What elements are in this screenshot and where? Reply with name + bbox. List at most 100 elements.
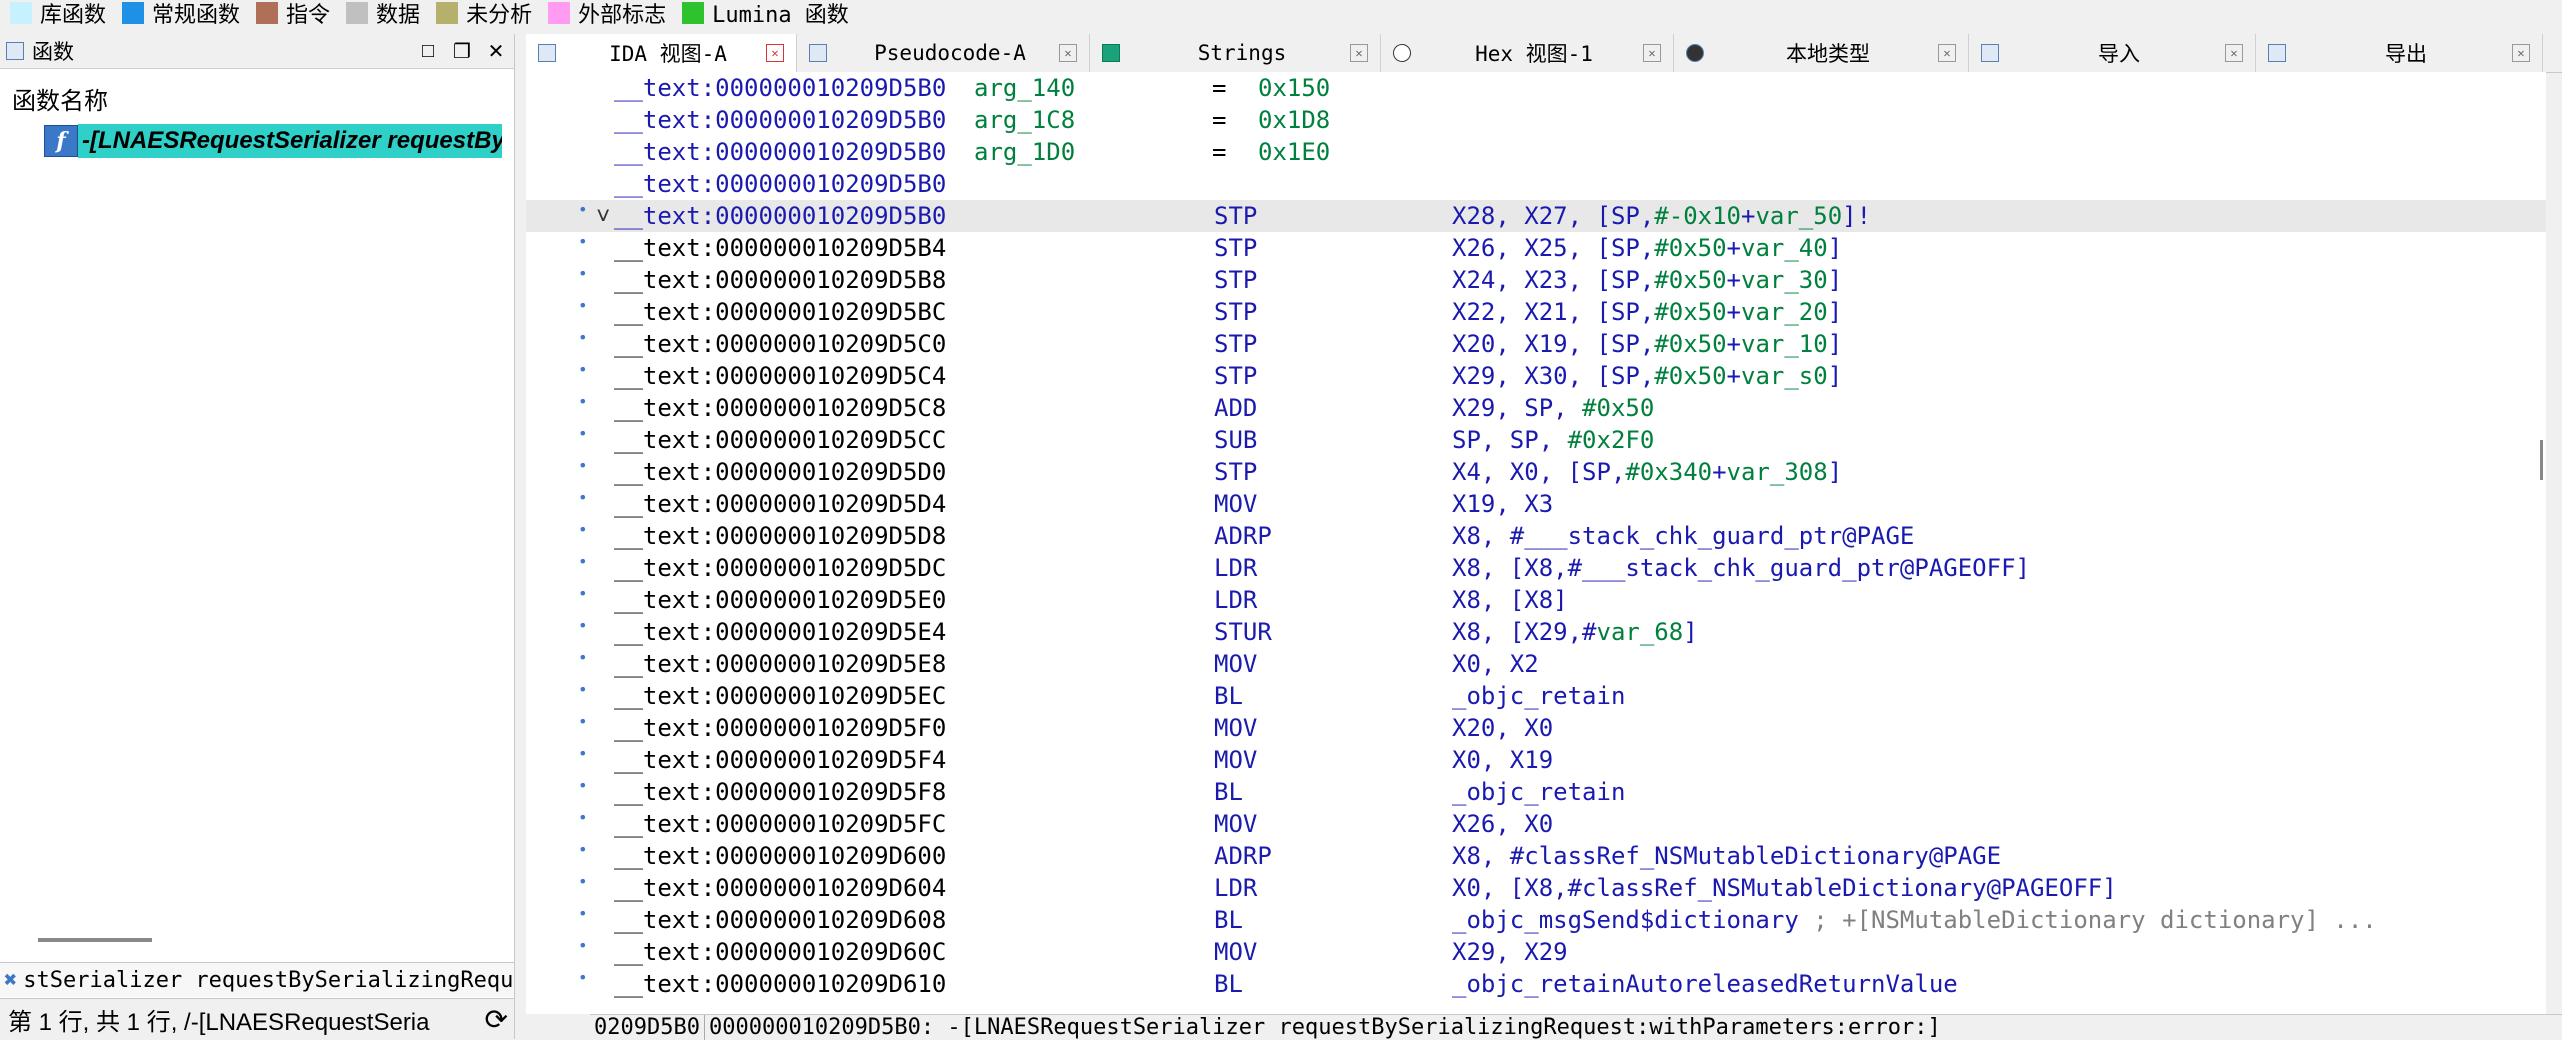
mnemonic[interactable]: LDR: [1214, 584, 1257, 616]
operands[interactable]: X4, X0, [SP,#0x340+var_308]: [1452, 456, 1842, 488]
operands[interactable]: X0, X19: [1452, 744, 1553, 776]
code-address[interactable]: __text:000000010209D5B0: [614, 104, 946, 136]
operands[interactable]: X0, [X8,#classRef_NSMutableDictionary@PA…: [1452, 872, 2117, 904]
code-address[interactable]: __text:000000010209D5B0: [614, 200, 946, 232]
code-line[interactable]: • __text:000000010209D5C4 STP X29, X30, [SP…: [526, 360, 2546, 392]
mnemonic[interactable]: ADRP: [1214, 520, 1272, 552]
code-line[interactable]: • __text:000000010209D5C8 ADD X29, SP, #0x5…: [526, 392, 2546, 424]
breakpoint-marker-icon[interactable]: •: [578, 578, 588, 610]
breakpoint-marker-icon[interactable]: •: [578, 514, 588, 546]
column-header-function-name[interactable]: 函数名称: [12, 81, 514, 116]
operands[interactable]: X20, X19, [SP,#0x50+var_10]: [1452, 328, 1842, 360]
operands[interactable]: _objc_retain: [1452, 680, 1625, 712]
code-line[interactable]: • __text:000000010209D5F4 MOV X0, X19: [526, 744, 2546, 776]
function-name[interactable]: -[LNAESRequestSerializer requestBy: [78, 124, 502, 158]
code-address[interactable]: __text:000000010209D5C0: [614, 328, 946, 360]
arg-name[interactable]: arg_1C8: [974, 104, 1075, 136]
mnemonic[interactable]: ADD: [1214, 392, 1257, 424]
operands[interactable]: X8, [X29,#var_68]: [1452, 616, 1698, 648]
breakpoint-marker-icon[interactable]: •: [578, 674, 588, 706]
code-line[interactable]: • __text:000000010209D5B8 STP X24, X23, [SP…: [526, 264, 2546, 296]
collapse-chevron-icon[interactable]: ˅: [596, 200, 610, 232]
restore-icon[interactable]: ❐: [452, 41, 472, 63]
code-address[interactable]: __text:000000010209D610: [614, 968, 946, 1000]
code-line[interactable]: • ˅ __text:000000010209D5B0 STP X28, X27, [S…: [526, 200, 2546, 232]
operands[interactable]: X20, X0: [1452, 712, 1553, 744]
code-line[interactable]: • __text:000000010209D5D8 ADRP X8, #___stac…: [526, 520, 2546, 552]
breakpoint-marker-icon[interactable]: •: [578, 258, 588, 290]
code-address[interactable]: __text:000000010209D5E0: [614, 584, 946, 616]
code-line[interactable]: __text:000000010209D5B0 arg_140 = 0x150: [526, 72, 2546, 104]
code-line[interactable]: • __text:000000010209D5EC BL _objc_retain: [526, 680, 2546, 712]
code-line[interactable]: • __text:000000010209D608 BL _objc_msgSend$…: [526, 904, 2546, 936]
arg-value[interactable]: 0x150: [1258, 72, 1330, 104]
tab-close-icon[interactable]: ✕: [2512, 44, 2530, 62]
tab-3[interactable]: Hex 视图-1 ✕: [1381, 34, 1674, 72]
breakpoint-marker-icon[interactable]: •: [578, 962, 588, 994]
code-address[interactable]: __text:000000010209D5B0: [614, 168, 946, 200]
arg-name[interactable]: arg_1D0: [974, 136, 1075, 168]
code-address[interactable]: __text:000000010209D604: [614, 872, 946, 904]
operands[interactable]: X26, X0: [1452, 808, 1553, 840]
tab-0[interactable]: IDA 视图-A ✕: [526, 34, 797, 72]
code-address[interactable]: __text:000000010209D5D0: [614, 456, 946, 488]
mnemonic[interactable]: BL: [1214, 680, 1243, 712]
code-line[interactable]: • __text:000000010209D604 LDR X0, [X8,#clas…: [526, 872, 2546, 904]
clear-filter-icon[interactable]: ✖: [4, 968, 17, 993]
code-address[interactable]: __text:000000010209D5C4: [614, 360, 946, 392]
operands[interactable]: X26, X25, [SP,#0x50+var_40]: [1452, 232, 1842, 264]
code-line[interactable]: • __text:000000010209D5D4 MOV X19, X3: [526, 488, 2546, 520]
close-icon[interactable]: ✕: [486, 41, 506, 63]
mnemonic[interactable]: BL: [1214, 776, 1243, 808]
mnemonic[interactable]: MOV: [1214, 488, 1257, 520]
mnemonic[interactable]: MOV: [1214, 712, 1257, 744]
operands[interactable]: X8, #classRef_NSMutableDictionary@PAGE: [1452, 840, 2001, 872]
tab-close-icon[interactable]: ✕: [1059, 44, 1077, 62]
mnemonic[interactable]: MOV: [1214, 808, 1257, 840]
refresh-icon[interactable]: ⟳: [485, 1003, 508, 1036]
tab-close-icon[interactable]: ✕: [1643, 44, 1661, 62]
code-address[interactable]: __text:000000010209D5F4: [614, 744, 946, 776]
mnemonic[interactable]: LDR: [1214, 872, 1257, 904]
code-address[interactable]: __text:000000010209D5F0: [614, 712, 946, 744]
code-line[interactable]: __text:000000010209D5B0: [526, 168, 2546, 200]
code-line[interactable]: __text:000000010209D5B0 arg_1C8 = 0x1D8: [526, 104, 2546, 136]
breakpoint-marker-icon[interactable]: •: [578, 322, 588, 354]
breakpoint-marker-icon[interactable]: •: [578, 770, 588, 802]
mnemonic[interactable]: MOV: [1214, 936, 1257, 968]
code-address[interactable]: __text:000000010209D5F8: [614, 776, 946, 808]
code-line[interactable]: • __text:000000010209D5DC LDR X8, [X8,#___s…: [526, 552, 2546, 584]
operands[interactable]: X8, [X8,#___stack_chk_guard_ptr@PAGEOFF]: [1452, 552, 2030, 584]
breakpoint-marker-icon[interactable]: •: [578, 642, 588, 674]
breakpoint-marker-icon[interactable]: •: [578, 482, 588, 514]
code-line[interactable]: __text:000000010209D5B0 arg_1D0 = 0x1E0: [526, 136, 2546, 168]
function-list-item[interactable]: f -[LNAESRequestSerializer requestBy: [44, 124, 514, 158]
mnemonic[interactable]: STP: [1214, 232, 1257, 264]
mnemonic[interactable]: BL: [1214, 968, 1243, 1000]
mnemonic[interactable]: ADRP: [1214, 840, 1272, 872]
code-line[interactable]: • __text:000000010209D600 ADRP X8, #classRe…: [526, 840, 2546, 872]
code-line[interactable]: • __text:000000010209D60C MOV X29, X29: [526, 936, 2546, 968]
breakpoint-marker-icon[interactable]: •: [578, 386, 588, 418]
operands[interactable]: X19, X3: [1452, 488, 1553, 520]
code-line[interactable]: • __text:000000010209D5D0 STP X4, X0, [SP,#…: [526, 456, 2546, 488]
code-address[interactable]: __text:000000010209D5B0: [614, 72, 946, 104]
operands[interactable]: X24, X23, [SP,#0x50+var_30]: [1452, 264, 1842, 296]
breakpoint-marker-icon[interactable]: •: [578, 610, 588, 642]
breakpoint-marker-icon[interactable]: •: [578, 546, 588, 578]
tab-close-icon[interactable]: ✕: [1350, 44, 1368, 62]
disassembly-view[interactable]: __text:000000010209D5B0 arg_140 = 0x150 __te…: [526, 72, 2546, 1014]
breakpoint-marker-icon[interactable]: •: [578, 706, 588, 738]
mnemonic[interactable]: BL: [1214, 904, 1243, 936]
arg-name[interactable]: arg_140: [974, 72, 1075, 104]
mnemonic[interactable]: MOV: [1214, 744, 1257, 776]
tab-4[interactable]: 本地类型 ✕: [1674, 34, 1969, 72]
code-address[interactable]: __text:000000010209D5B8: [614, 264, 946, 296]
operands[interactable]: _objc_msgSend$dictionary ; +[NSMutableDi…: [1452, 904, 2377, 936]
breakpoint-marker-icon[interactable]: •: [578, 802, 588, 834]
mnemonic[interactable]: STUR: [1214, 616, 1272, 648]
tab-close-icon[interactable]: ✕: [1938, 44, 1956, 62]
code-address[interactable]: __text:000000010209D5FC: [614, 808, 946, 840]
operands[interactable]: SP, SP, #0x2F0: [1452, 424, 1654, 456]
tab-1[interactable]: Pseudocode-A ✕: [797, 34, 1090, 72]
